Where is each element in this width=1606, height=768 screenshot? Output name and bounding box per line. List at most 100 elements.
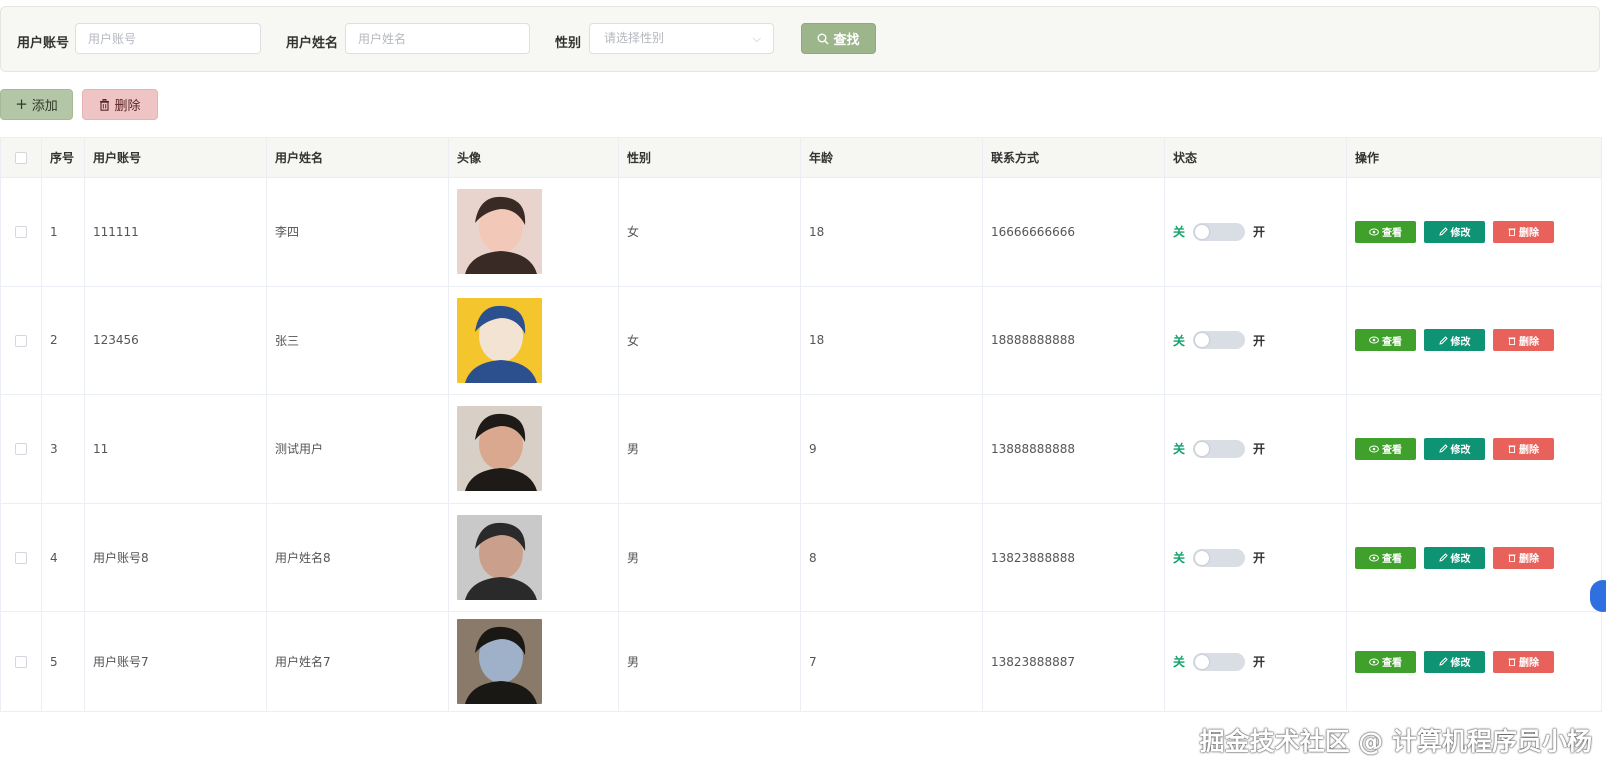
row-checkbox-cell[interactable] [0,177,42,287]
plus-icon: + [15,95,28,113]
cell-contact: 13823888888 [982,502,1165,613]
cell-name: 李四 [266,177,449,287]
cell-actions: 查看 修改 删除 [1346,177,1602,287]
gender-select[interactable]: 请选择性别 ⌵ [589,23,774,54]
view-button[interactable]: 查看 [1355,650,1416,673]
header-name: 用户姓名 [266,137,449,178]
status-on-label: 开 [1253,333,1266,348]
cell-contact: 16666666666 [982,177,1165,287]
row-checkbox[interactable] [15,443,27,456]
user-avatar [457,297,542,383]
row-delete-button-label: 删除 [1519,554,1539,566]
header-contact: 联系方式 [982,137,1165,178]
cell-age: 18 [800,285,983,396]
search-panel: 用户账号 用户姓名 性别 请选择性别 ⌵ 查找 [0,6,1600,72]
batch-delete-button[interactable]: 删除 [82,89,158,120]
edit-button[interactable]: 修改 [1424,329,1485,352]
view-button[interactable]: 查看 [1355,437,1416,460]
select-all-cell[interactable] [0,137,42,178]
status-toggle[interactable] [1193,439,1246,458]
row-delete-button[interactable]: 删除 [1493,546,1554,569]
eye-icon [1369,554,1379,562]
name-search-input[interactable] [345,23,530,54]
header-gender: 性别 [618,137,801,178]
table-header-row: 序号 用户账号 用户姓名 头像 性别 年龄 联系方式 状态 操作 [0,137,1602,178]
floating-side-button[interactable] [1590,580,1606,612]
cell-name: 用户姓名8 [266,502,449,613]
row-delete-button-label: 删除 [1519,228,1539,240]
row-checkbox-cell[interactable] [0,611,42,713]
eye-icon [1369,336,1379,344]
edit-button[interactable]: 修改 [1424,437,1485,460]
status-toggle[interactable] [1193,652,1246,671]
cell-index: 1 [41,177,85,287]
view-button[interactable]: 查看 [1355,220,1416,243]
row-checkbox-cell[interactable] [0,502,42,613]
header-account: 用户账号 [84,137,267,178]
view-button-label: 查看 [1382,228,1402,240]
status-off-label: 关 [1173,551,1186,566]
cell-gender: 女 [618,285,801,396]
cell-index: 5 [41,611,85,713]
status-off-label: 关 [1173,655,1186,670]
row-delete-button-label: 删除 [1519,658,1539,670]
table-row: 4 用户账号8 用户姓名8 男 8 13823888888 关开查看 修改 删除 [0,502,1602,613]
cell-avatar [448,177,619,287]
cell-gender: 男 [618,502,801,613]
trash-icon [100,98,110,111]
status-on-label: 开 [1253,655,1266,670]
toggle-knob [1195,224,1210,239]
select-all-checkbox[interactable] [15,152,27,164]
cell-avatar [448,611,619,713]
row-delete-button[interactable]: 删除 [1493,650,1554,673]
header-status: 状态 [1164,137,1347,178]
status-on-label: 开 [1253,551,1266,566]
table-body: 1 111111 李四女 18 16666666666 关开查看 修改 删除 2 123456 张三… [0,177,1602,713]
row-checkbox-cell[interactable] [0,394,42,504]
cell-account: 123456 [84,285,267,396]
row-checkbox[interactable] [15,552,27,565]
cell-account: 用户账号7 [84,611,267,713]
account-label: 用户账号 [17,36,70,51]
cell-index: 2 [41,285,85,396]
row-checkbox[interactable] [15,226,27,239]
edit-button[interactable]: 修改 [1424,220,1485,243]
eye-icon [1369,658,1379,666]
row-checkbox[interactable] [15,656,27,669]
toggle-knob [1195,441,1210,456]
row-delete-button[interactable]: 删除 [1493,220,1554,243]
cell-account: 用户账号8 [84,502,267,613]
row-checkbox[interactable] [15,334,27,347]
search-button[interactable]: 查找 [801,23,876,54]
row-delete-button-label: 删除 [1519,336,1539,348]
trash-icon [1508,337,1516,345]
cell-gender: 女 [618,177,801,287]
view-button[interactable]: 查看 [1355,546,1416,569]
row-delete-button[interactable]: 删除 [1493,329,1554,352]
table-row: 3 11 测试用户男 9 13888888888 关开查看 修改 删除 [0,394,1602,504]
table-row: 1 111111 李四女 18 16666666666 关开查看 修改 删除 [0,177,1602,287]
account-search-input[interactable] [75,23,261,54]
add-button-label: 添加 [31,99,58,114]
edit-button-label: 修改 [1450,658,1471,670]
status-off-label: 关 [1173,225,1186,240]
user-avatar [457,619,542,705]
gender-select-placeholder: 请选择性别 [604,31,665,45]
status-toggle[interactable] [1193,222,1246,241]
chevron-down-icon: ⌵ [752,32,761,45]
edit-icon [1438,553,1448,562]
edit-icon [1438,657,1448,667]
toggle-knob [1195,550,1210,565]
status-toggle[interactable] [1193,331,1246,350]
row-checkbox-cell[interactable] [0,285,42,396]
edit-button[interactable]: 修改 [1424,546,1485,569]
edit-button[interactable]: 修改 [1424,650,1485,673]
status-toggle[interactable] [1193,548,1246,567]
eye-icon [1369,445,1379,453]
row-delete-button[interactable]: 删除 [1493,437,1554,460]
add-button[interactable]: + 添加 [0,89,73,120]
cell-index: 4 [41,502,85,613]
edit-button-label: 修改 [1450,228,1471,240]
row-delete-button-label: 删除 [1519,445,1539,457]
view-button[interactable]: 查看 [1355,329,1416,352]
